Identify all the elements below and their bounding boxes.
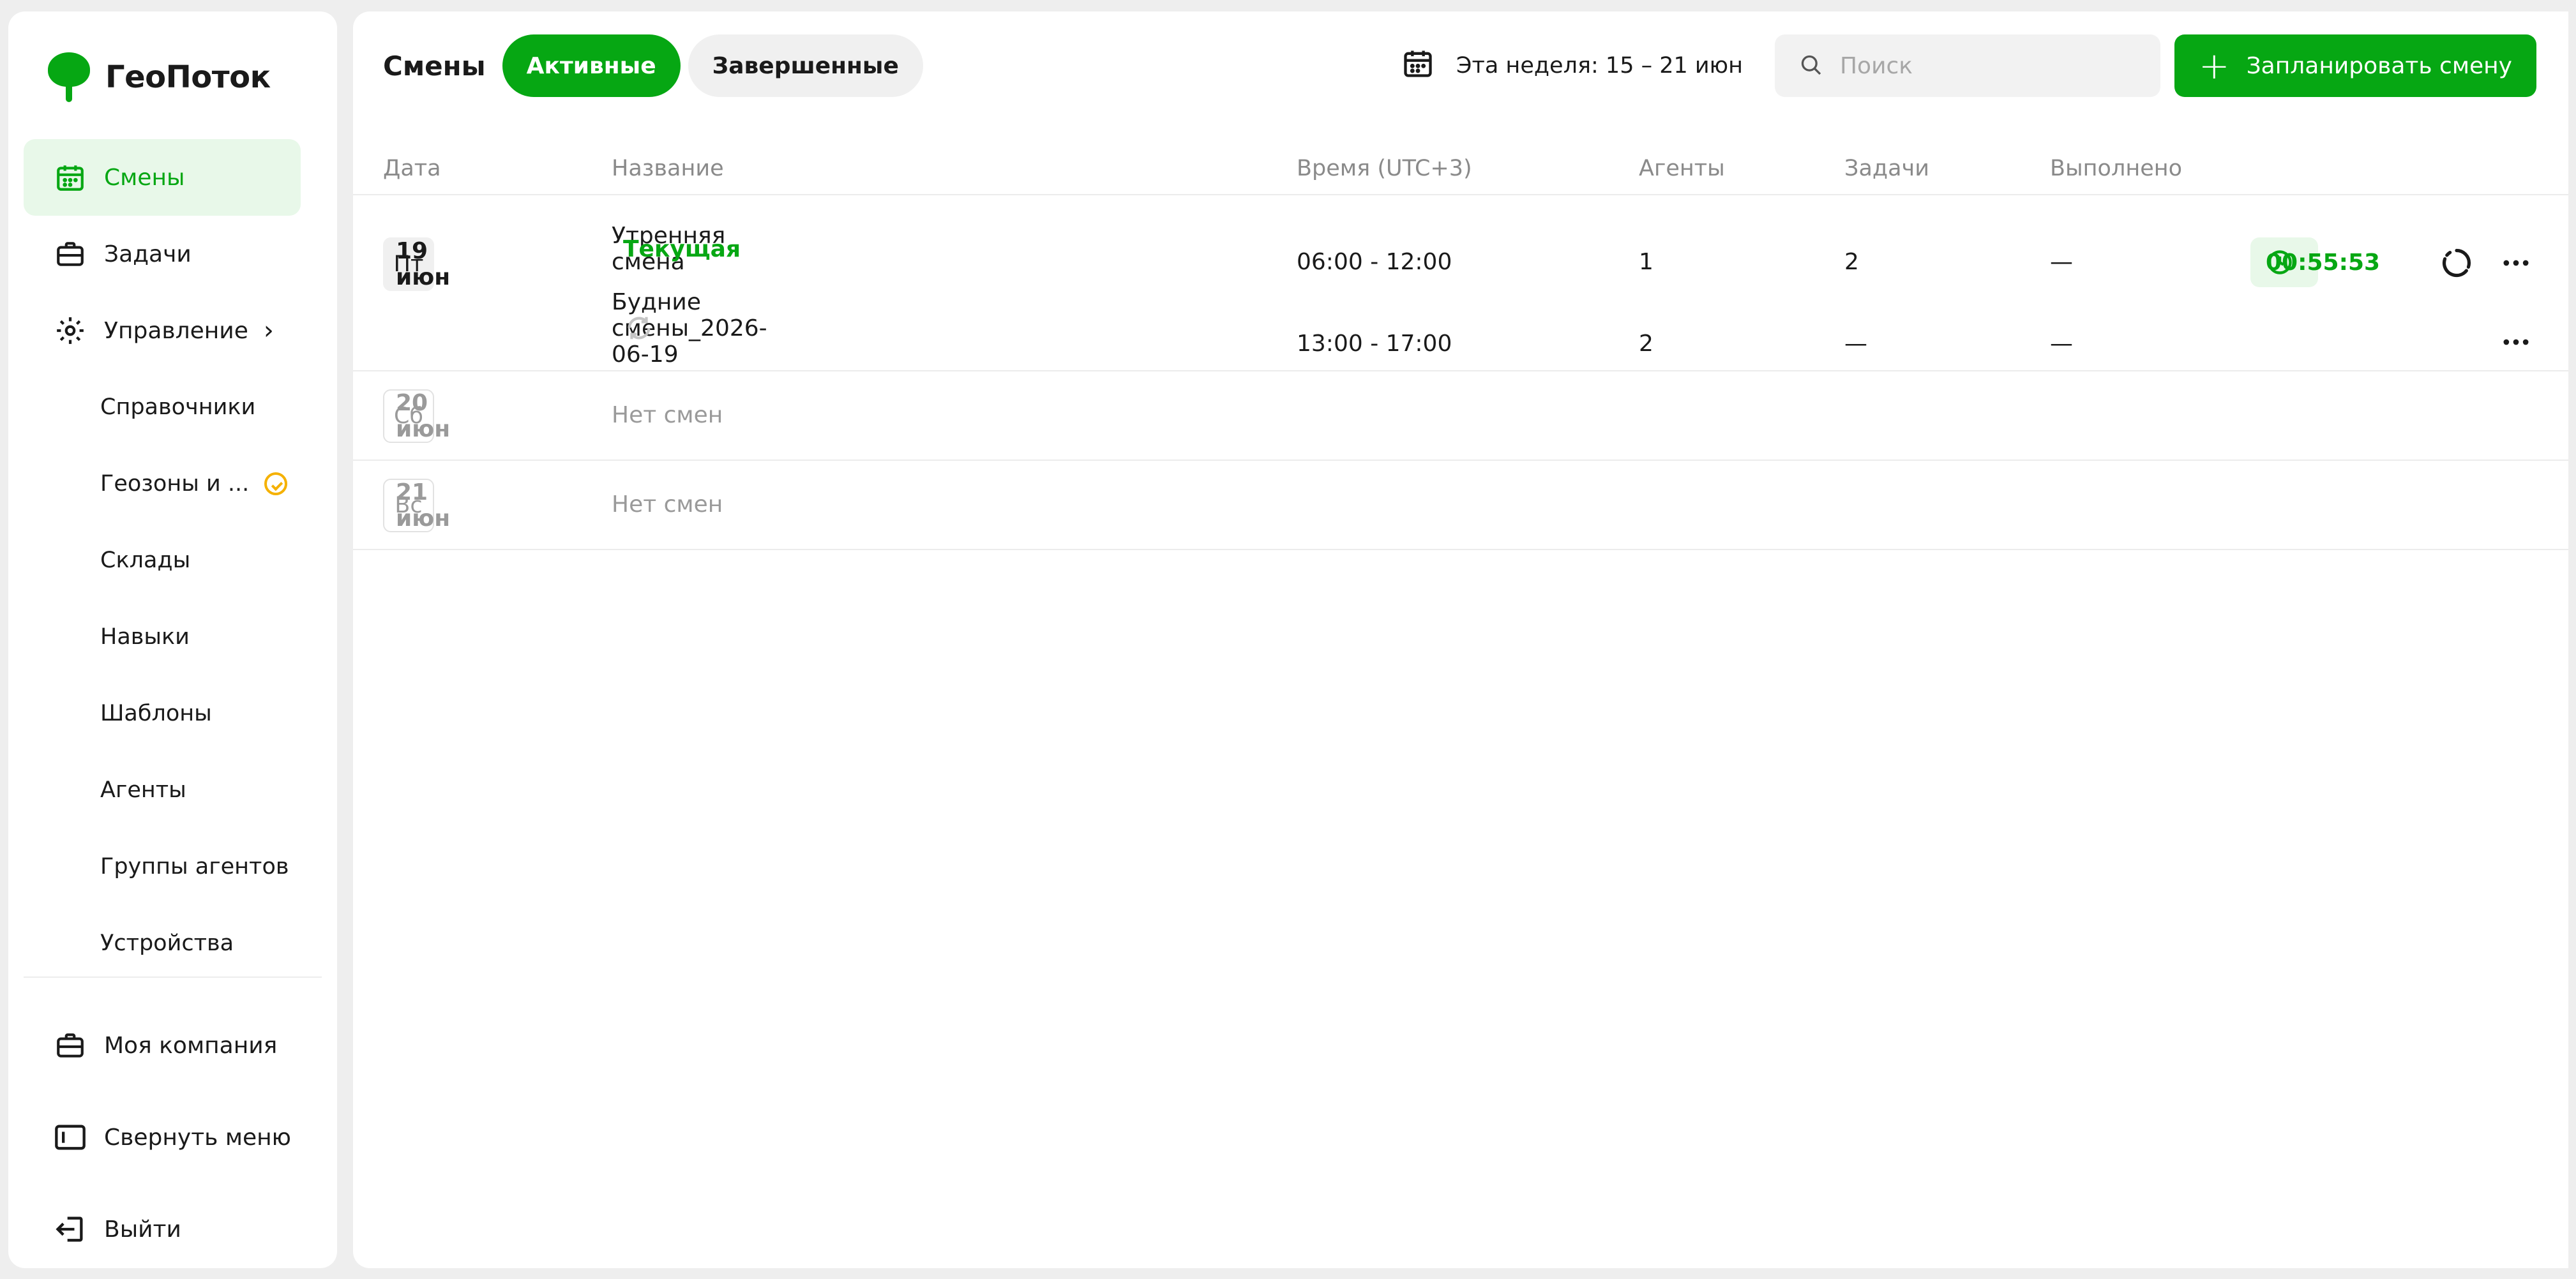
sidebar-menu: Смены Задачи Управление › Справочники Ге…	[24, 139, 301, 972]
main-panel: Смены Активные Завершенные Эта неделя: 1…	[353, 11, 2568, 1268]
sidebar-subitem-label: Устройства	[100, 931, 234, 956]
table-row[interactable]: Будние смены_2026-06-19 13:00 - 17:00 2 …	[353, 277, 2568, 383]
sidebar-item-label: Управление	[104, 317, 248, 344]
sidebar-subitem-label: Справочники	[100, 394, 256, 420]
search-box	[1774, 34, 2160, 97]
sidebar-subitem-agents[interactable]: Агенты	[24, 752, 301, 828]
chevron-right-icon: ›	[263, 316, 274, 345]
sidebar-subitem-warehouses[interactable]: Склады	[24, 522, 301, 599]
sidebar-item-label: Свернуть меню	[104, 1124, 291, 1151]
sidebar-item-label: Выйти	[104, 1216, 181, 1243]
column-header-done[interactable]: Выполнено	[2050, 156, 2182, 181]
schedule-shift-button[interactable]: + Запланировать смену	[2174, 34, 2536, 97]
day-cell: Сб 20 июн	[383, 389, 450, 443]
timer-value: 00:55:53	[2266, 249, 2381, 276]
shift-done: —	[2050, 249, 2073, 275]
sidebar-subitem-agent-groups[interactable]: Группы агентов	[24, 828, 301, 905]
sidebar-item-management[interactable]: Управление ›	[24, 292, 301, 369]
column-header-tasks[interactable]: Задачи	[1844, 156, 1929, 181]
sidebar-subitem-geozones[interactable]: Геозоны и ...	[24, 445, 301, 522]
sidebar-item-label: Смены	[104, 164, 185, 191]
briefcase-icon	[53, 237, 87, 271]
shift-time: 06:00 - 12:00	[1297, 249, 1452, 275]
shift-agents: 1	[1639, 249, 1653, 275]
sidebar-scroll-area: Смены Задачи Управление › Справочники Ге…	[8, 11, 337, 972]
sidebar: ГеоПоток Смены Задачи Управление › Справ…	[8, 11, 337, 1268]
day-date: 20 июн	[396, 390, 451, 442]
sidebar-item-label: Моя компания	[104, 1032, 278, 1059]
sidebar-item-my-company[interactable]: Моя компания	[24, 999, 301, 1091]
sidebar-subitem-templates[interactable]: Шаблоны	[24, 675, 301, 752]
search-icon	[1798, 52, 1823, 80]
schedule-shift-label: Запланировать смену	[2246, 52, 2512, 79]
sidebar-subitem-label: Геозоны и ...	[100, 471, 250, 497]
more-actions-icon[interactable]	[2496, 322, 2536, 363]
search-input[interactable]	[1839, 52, 2146, 79]
sidebar-item-label: Задачи	[104, 241, 192, 267]
shift-tasks: —	[1844, 331, 1867, 357]
row-divider	[353, 549, 2568, 550]
sidebar-item-shifts[interactable]: Смены	[24, 139, 301, 216]
shift-agents: 2	[1639, 331, 1653, 357]
recurring-icon	[624, 313, 654, 343]
no-shifts-label: Нет смен	[612, 491, 723, 518]
tab-completed[interactable]: Завершенные	[688, 34, 923, 97]
calendar-icon	[1401, 47, 1435, 86]
day-cell: Вс 21 июн	[383, 479, 450, 532]
sidebar-item-collapse[interactable]: Свернуть меню	[24, 1091, 301, 1183]
toolbar: Смены Активные Завершенные Эта неделя: 1…	[383, 34, 2536, 97]
sidebar-subitem-label: Группы агентов	[100, 854, 289, 879]
day-date: 21 июн	[396, 479, 451, 532]
column-header-agents[interactable]: Агенты	[1639, 156, 1725, 181]
sidebar-subitem-label: Навыки	[100, 624, 190, 650]
sidebar-item-logout[interactable]: Выйти	[24, 1183, 301, 1268]
table-row: Вс 21 июн Нет смен	[353, 461, 2568, 550]
logout-icon	[53, 1212, 87, 1246]
sidebar-subitem-label: Шаблоны	[100, 701, 212, 726]
sidebar-subitem-directories[interactable]: Справочники	[24, 369, 301, 445]
table-header: Дата Название Время (UTC+3) Агенты Задач…	[353, 139, 2568, 195]
gear-icon	[53, 313, 87, 348]
column-header-name[interactable]: Название	[612, 156, 724, 181]
plus-icon: +	[2198, 44, 2230, 87]
sidebar-subitem-label: Склады	[100, 548, 191, 573]
no-shifts-label: Нет смен	[612, 402, 723, 428]
table-row: Сб 20 июн Нет смен	[353, 371, 2568, 461]
sidebar-divider	[24, 976, 322, 978]
sidebar-collapse-icon	[53, 1120, 87, 1155]
calendar-icon	[53, 160, 87, 195]
current-tag: Текущая	[623, 236, 741, 262]
shift-tasks: 2	[1844, 249, 1859, 275]
shift-time: 13:00 - 17:00	[1297, 331, 1452, 357]
clock-check-icon	[264, 472, 288, 495]
sidebar-subitem-label: Агенты	[100, 777, 186, 803]
table-row[interactable]: Пт 19 июн Утренняя смена Текущая 06:00 -…	[353, 197, 2568, 291]
tab-active[interactable]: Активные	[502, 34, 681, 97]
sidebar-subitem-skills[interactable]: Навыки	[24, 599, 301, 675]
page-title: Смены	[383, 50, 486, 82]
week-label: Эта неделя: 15 – 21 июн	[1456, 53, 1743, 79]
sidebar-item-tasks[interactable]: Задачи	[24, 216, 301, 292]
briefcase-icon	[53, 1028, 87, 1063]
sidebar-subitem-devices[interactable]: Устройства	[24, 905, 301, 972]
column-header-time[interactable]: Время (UTC+3)	[1297, 156, 1472, 181]
sidebar-bottom: Моя компания Свернуть меню Выйти	[24, 999, 301, 1268]
column-header-date[interactable]: Дата	[383, 156, 441, 181]
shift-done: —	[2050, 331, 2073, 357]
week-selector[interactable]: Эта неделя: 15 – 21 июн	[1401, 47, 1743, 86]
